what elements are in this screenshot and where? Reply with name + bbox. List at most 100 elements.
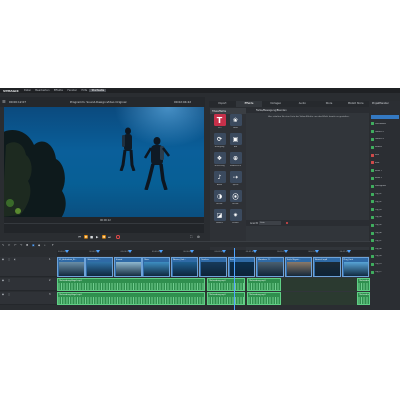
menu-file[interactable]: Datei [22, 89, 33, 92]
ruler-marker-icon[interactable] [284, 250, 289, 253]
effect-tile[interactable]: ⦿ Blende [228, 190, 243, 207]
tab-import[interactable]: Import [209, 101, 236, 107]
effect-tile[interactable]: T Titel [212, 114, 227, 131]
project-browser-item[interactable]: Clip_04 [371, 214, 400, 222]
skip-start-icon[interactable]: ⏮ [78, 235, 81, 239]
track-mute-icon[interactable]: ● [2, 293, 4, 296]
play-icon[interactable]: ▶ [96, 235, 98, 239]
audio-clip[interactable]: Ohrkundung-Hagel.mp3 [57, 292, 205, 305]
fullscreen-icon[interactable]: ⛶ [190, 235, 192, 239]
cut-icon[interactable]: ✂ [8, 243, 10, 247]
step-back-icon[interactable]: ⏪ [84, 235, 88, 239]
ruler-marker-icon[interactable] [127, 250, 132, 253]
project-browser-item[interactable]: Clip_07 [371, 237, 400, 245]
step-forward-icon[interactable]: ⏩ [102, 235, 106, 239]
audio-clip[interactable]: Ohrkundung.mp3 [357, 278, 370, 291]
project-browser-item[interactable]: Ende [371, 159, 400, 167]
video-clip[interactable]: Tauc... [227, 257, 256, 277]
tab-audio[interactable]: Audio [289, 101, 316, 107]
delete-icon[interactable]: ✖ [26, 243, 28, 247]
project-browser-item[interactable]: Korallen [371, 143, 400, 151]
tab-templates[interactable]: Vorlagen [262, 101, 289, 107]
skip-end-icon[interactable]: ⏭ [108, 235, 111, 239]
project-browser-item[interactable]: Clip_09 [371, 253, 400, 261]
project-browser-item[interactable]: Clip_02 [371, 198, 400, 206]
menu-edit[interactable]: Bearbeiten [33, 89, 52, 92]
redo-icon[interactable]: ↷ [20, 243, 22, 247]
text-icon[interactable]: T [52, 243, 54, 247]
preview-scrub-area[interactable] [4, 223, 204, 233]
video-clip[interactable]: Wanderer TC [256, 257, 284, 277]
project-browser-item[interactable]: Clip_06 [371, 229, 400, 237]
stop-icon[interactable]: ■ [90, 235, 93, 239]
video-clip[interactable]: Bewertl.mp4 [313, 257, 341, 277]
ruler-marker-icon[interactable] [315, 250, 320, 253]
project-browser-item[interactable]: Tauchen 1 [371, 128, 400, 136]
hamburger-menu-icon[interactable]: ☰ [2, 99, 7, 104]
video-clip[interactable]: Wasserdreh... [85, 257, 114, 277]
ruler-marker-icon[interactable] [346, 250, 351, 253]
timeline-ruler[interactable]: 00:00:00 00:00:10 00:00:20 00:00:30 00:00:40… [57, 250, 370, 256]
audio-clip[interactable]: Ohrkundung.mp3 [247, 292, 281, 305]
effect-tile[interactable]: ❀ Farbe [228, 114, 243, 131]
menu-window[interactable]: Fenster [65, 89, 79, 92]
video-clip[interactable]: Wasser_Dok... [170, 257, 199, 277]
settings-icon[interactable]: ⚙ [197, 235, 200, 239]
track-mute-icon[interactable]: ● [2, 258, 4, 261]
audio-clip[interactable]: Ohrkundung.mp3 [357, 292, 370, 305]
project-browser-item[interactable]: Musik 1 [371, 167, 400, 175]
marker-icon[interactable]: ◆ [38, 243, 40, 247]
ruler-marker-icon[interactable] [221, 250, 226, 253]
undo-icon[interactable]: ↶ [14, 243, 16, 247]
tab-store[interactable]: Store [316, 101, 343, 107]
audio-clip[interactable]: Ohrkundung-Hagel.mp3 [57, 278, 205, 291]
effect-tile[interactable]: ▣ Bild [228, 133, 243, 150]
effect-tile[interactable]: ◑ Blende [212, 190, 227, 207]
project-browser-item[interactable]: Clip_08 [371, 245, 400, 253]
view-select[interactable]: Liste [259, 221, 281, 225]
menu-help[interactable]: Hilfe [79, 89, 89, 92]
effect-tile[interactable]: ◪ Masken [212, 209, 227, 226]
effect-tile[interactable]: ♪ Audio [212, 171, 227, 188]
zoom-icon[interactable]: ⌕ [44, 243, 46, 247]
project-browser-item[interactable]: Intro [371, 151, 400, 159]
video-clip[interactable]: Plug_Dark [341, 257, 370, 277]
record-icon[interactable] [116, 235, 120, 239]
effect-tile[interactable]: ⊕ Stabilisieren [228, 152, 243, 169]
track-mute-icon[interactable]: ● [2, 279, 4, 282]
video-clip[interactable]: Turtle Migrat... [284, 257, 313, 277]
project-browser-selected-row[interactable] [371, 115, 399, 119]
video-clip[interactable]: Strand [113, 257, 142, 277]
snap-icon[interactable]: ▣ [32, 243, 35, 247]
project-browser-item[interactable]: Clip_11 [371, 268, 400, 276]
tab-magix-store[interactable]: MAGIX Store [342, 101, 369, 107]
ruler-marker-icon[interactable] [65, 250, 69, 253]
ruler-marker-icon[interactable] [190, 250, 195, 253]
ruler-marker-icon[interactable] [158, 250, 163, 253]
effect-tile[interactable]: ⇢ Speed [228, 171, 243, 188]
track-lock-icon[interactable]: □ [8, 293, 10, 296]
menu-effects[interactable]: Effekte [52, 89, 66, 92]
effect-tile[interactable]: ⟳ Bewegung [212, 133, 227, 150]
tab-effects[interactable]: Effekte [235, 101, 263, 107]
project-browser-item[interactable]: Hintergrund [371, 182, 400, 190]
audio-clip[interactable]: Ohrkundung.mp3 [207, 278, 245, 291]
video-clip[interactable]: Meer [142, 257, 170, 277]
audio-clip[interactable]: Ohrkundung.mp3 [247, 278, 281, 291]
effect-tile[interactable]: ❖ Stilisierung [212, 152, 227, 169]
project-browser-item[interactable]: Unterwasser [371, 120, 400, 128]
track-lock-icon[interactable]: □ [8, 279, 10, 282]
project-browser-item[interactable]: Clip_03 [371, 206, 400, 214]
mouse-mode-icon[interactable]: ↖ [2, 243, 4, 247]
video-preview[interactable] [4, 107, 204, 217]
video-clip[interactable]: 01_Aufnahme_Ri... [57, 257, 85, 277]
menu-start[interactable]: Startseite [89, 89, 107, 92]
track-visibility-icon[interactable]: ◐ [14, 258, 16, 261]
project-browser-item[interactable]: Clip_01 [371, 190, 400, 198]
timeline-playhead[interactable] [234, 248, 235, 310]
ruler-marker-icon[interactable] [96, 250, 101, 253]
ruler-marker-icon[interactable] [252, 250, 257, 253]
video-clip[interactable]: Taucher [199, 257, 227, 277]
project-browser-item[interactable]: Clip_05 [371, 221, 400, 229]
project-browser-item[interactable]: Tauchen 2 [371, 136, 400, 144]
